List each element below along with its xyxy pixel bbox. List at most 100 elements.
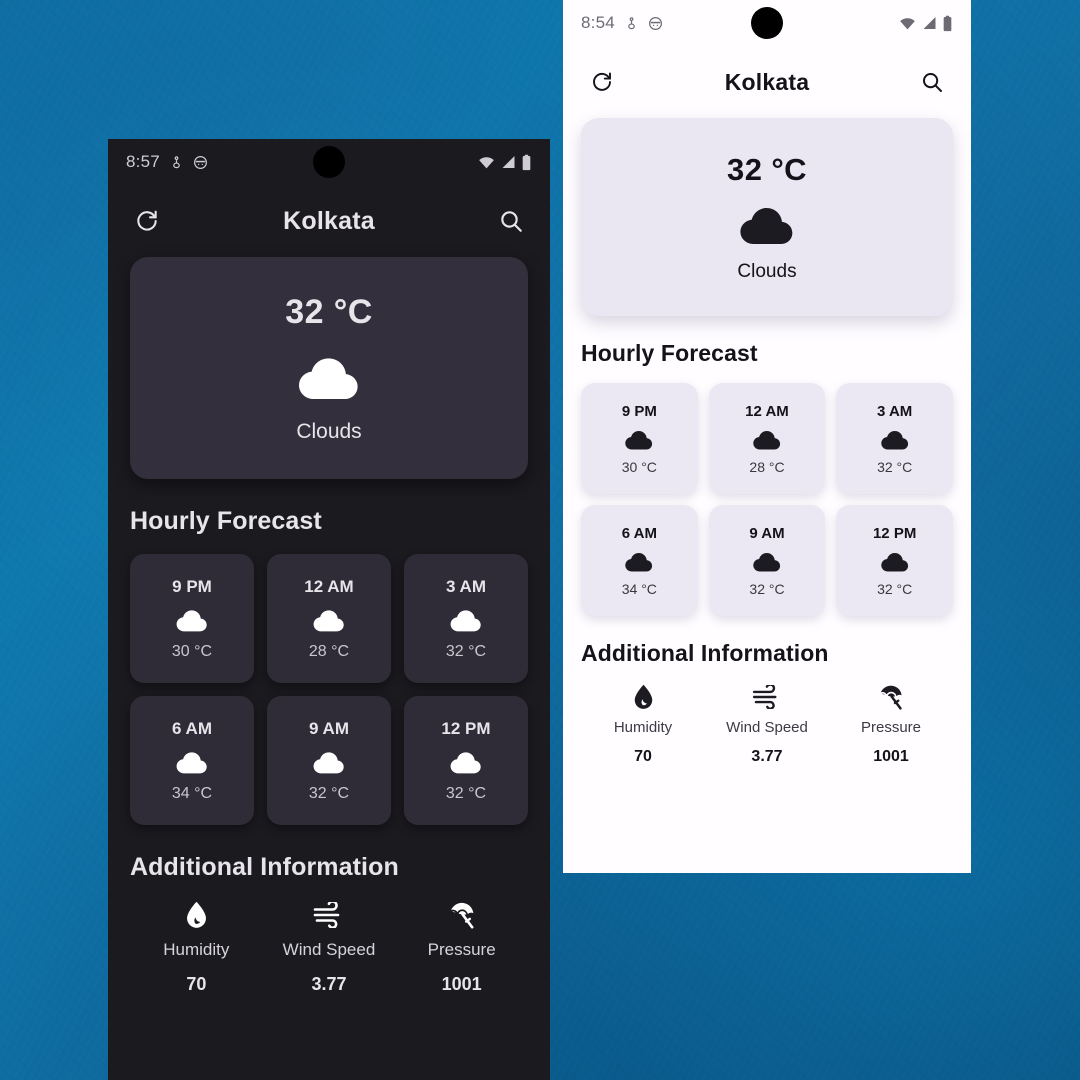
- hourly-forecast-title: Hourly Forecast: [130, 507, 322, 535]
- cloud-icon: [311, 607, 347, 633]
- hourly-card[interactable]: 12 PM 32 °C: [404, 696, 528, 825]
- wifi-icon: [477, 154, 496, 170]
- face-icon: [193, 155, 208, 170]
- status-bar-right: [477, 154, 532, 171]
- hourly-temperature: 32 °C: [445, 642, 487, 660]
- wind-icon: [751, 683, 783, 711]
- hourly-time: 12 PM: [441, 718, 491, 738]
- search-icon: [920, 70, 944, 94]
- cloud-icon: [751, 428, 783, 451]
- wifi-icon: [898, 15, 917, 31]
- hourly-time: 9 AM: [309, 718, 349, 738]
- camera-punch-hole: [313, 146, 345, 178]
- hourly-time: 3 AM: [877, 402, 913, 420]
- hourly-card[interactable]: 9 PM 30 °C: [130, 554, 254, 683]
- hourly-card[interactable]: 3 AM 32 °C: [404, 554, 528, 683]
- search-button[interactable]: [494, 204, 528, 238]
- status-bar-left: 8:57: [126, 152, 208, 172]
- additional-information-title: Additional Information: [130, 853, 399, 881]
- hourly-time: 9 AM: [749, 524, 785, 542]
- cloud-icon: [751, 550, 783, 573]
- hourly-card[interactable]: 6 AM 34 °C: [130, 696, 254, 825]
- current-weather-card[interactable]: 32 °C Clouds: [130, 257, 528, 479]
- hourly-temperature: 32 °C: [749, 580, 785, 597]
- beach-umbrella-icon: [877, 683, 905, 711]
- info-label: Wind Speed: [726, 719, 808, 736]
- hourly-temperature: 28 °C: [308, 642, 350, 660]
- hourly-card[interactable]: 9 AM 32 °C: [708, 505, 826, 616]
- info-value: 1001: [873, 748, 909, 765]
- status-bar-right: [898, 15, 953, 32]
- hourly-temperature: 28 °C: [749, 458, 785, 475]
- face-icon: [648, 16, 663, 31]
- current-weather-card[interactable]: 32 °C Clouds: [581, 118, 953, 316]
- hourly-card[interactable]: 12 AM 28 °C: [708, 383, 826, 494]
- location-icon: [170, 155, 183, 170]
- location-icon: [625, 16, 638, 31]
- hourly-time: 12 AM: [304, 576, 354, 596]
- status-bar-clock: 8:54: [581, 13, 615, 32]
- water-drop-icon: [183, 900, 210, 930]
- cloud-icon: [879, 428, 911, 451]
- refresh-button[interactable]: [130, 204, 164, 238]
- hourly-temperature: 30 °C: [171, 642, 213, 660]
- hourly-forecast-title: Hourly Forecast: [581, 340, 758, 366]
- search-button[interactable]: [915, 65, 949, 99]
- hourly-time: 9 PM: [621, 402, 657, 420]
- search-icon: [498, 208, 524, 234]
- app-bar: Kolkata: [108, 185, 550, 257]
- additional-information-title: Additional Information: [581, 640, 829, 666]
- hourly-temperature: 34 °C: [171, 784, 213, 802]
- hourly-temperature: 32 °C: [877, 458, 913, 475]
- info-item-wind-speed: Wind Speed 3.77: [705, 683, 829, 766]
- page-title: Kolkata: [283, 206, 375, 235]
- hourly-forecast-grid: 9 PM 30 °C 12 AM 28 °C 3 AM 32 °C 6 AM 3…: [581, 383, 953, 616]
- hourly-time: 12 PM: [872, 524, 917, 542]
- hourly-time: 9 PM: [172, 576, 212, 596]
- hourly-temperature: 32 °C: [877, 580, 913, 597]
- hourly-card[interactable]: 3 AM 32 °C: [836, 383, 953, 494]
- app-bar: Kolkata: [563, 46, 971, 118]
- info-label: Pressure: [860, 719, 922, 736]
- wind-icon: [312, 900, 346, 930]
- cloud-icon: [623, 428, 655, 451]
- page-title: Kolkata: [724, 68, 810, 95]
- hourly-card[interactable]: 12 PM 32 °C: [836, 505, 953, 616]
- info-label: Humidity: [163, 940, 230, 959]
- content-area: 32 °C Clouds Hourly Forecast 9 PM 30 °C …: [108, 257, 550, 995]
- phone-screen-dark: 8:57 Kolkata 32 °C Clouds Hourly Forecas…: [108, 139, 550, 1080]
- info-label: Humidity: [613, 719, 673, 736]
- camera-punch-hole: [751, 7, 783, 39]
- hourly-card[interactable]: 9 PM 30 °C: [581, 383, 698, 494]
- status-bar-clock: 8:57: [126, 152, 160, 171]
- info-item-humidity: Humidity 70: [130, 900, 263, 995]
- cloud-icon: [174, 607, 210, 633]
- hourly-temperature: 32 °C: [308, 784, 350, 802]
- phone-screen-light: 8:54 Kolkata 32 °C Clouds Hourly Forecas…: [563, 0, 971, 873]
- hourly-time: 6 AM: [172, 718, 212, 738]
- info-item-pressure: Pressure 1001: [395, 900, 528, 995]
- info-item-wind-speed: Wind Speed 3.77: [263, 900, 396, 995]
- info-label: Pressure: [427, 940, 496, 959]
- hourly-card[interactable]: 9 AM 32 °C: [267, 696, 391, 825]
- info-value: 1001: [441, 974, 482, 994]
- status-bar-left: 8:54: [581, 13, 663, 33]
- additional-information-row: Humidity 70 Wind Speed 3.77 Pressure 100…: [581, 683, 953, 766]
- cloud-icon: [448, 607, 484, 633]
- hourly-card[interactable]: 6 AM 34 °C: [581, 505, 698, 616]
- battery-icon: [521, 154, 532, 171]
- cloud-icon: [879, 550, 911, 573]
- cloud-icon: [736, 202, 798, 247]
- status-bar: 8:57: [108, 139, 550, 185]
- cloud-icon: [294, 352, 364, 402]
- cloud-icon: [623, 550, 655, 573]
- refresh-button[interactable]: [585, 65, 619, 99]
- info-value: 3.77: [751, 748, 783, 765]
- hourly-temperature: 34 °C: [621, 580, 657, 597]
- hourly-card[interactable]: 12 AM 28 °C: [267, 554, 391, 683]
- signal-icon: [500, 154, 517, 170]
- hourly-temperature: 30 °C: [621, 458, 657, 475]
- current-weather-description: Clouds: [296, 419, 362, 443]
- signal-icon: [921, 15, 938, 31]
- info-label: Wind Speed: [282, 940, 376, 959]
